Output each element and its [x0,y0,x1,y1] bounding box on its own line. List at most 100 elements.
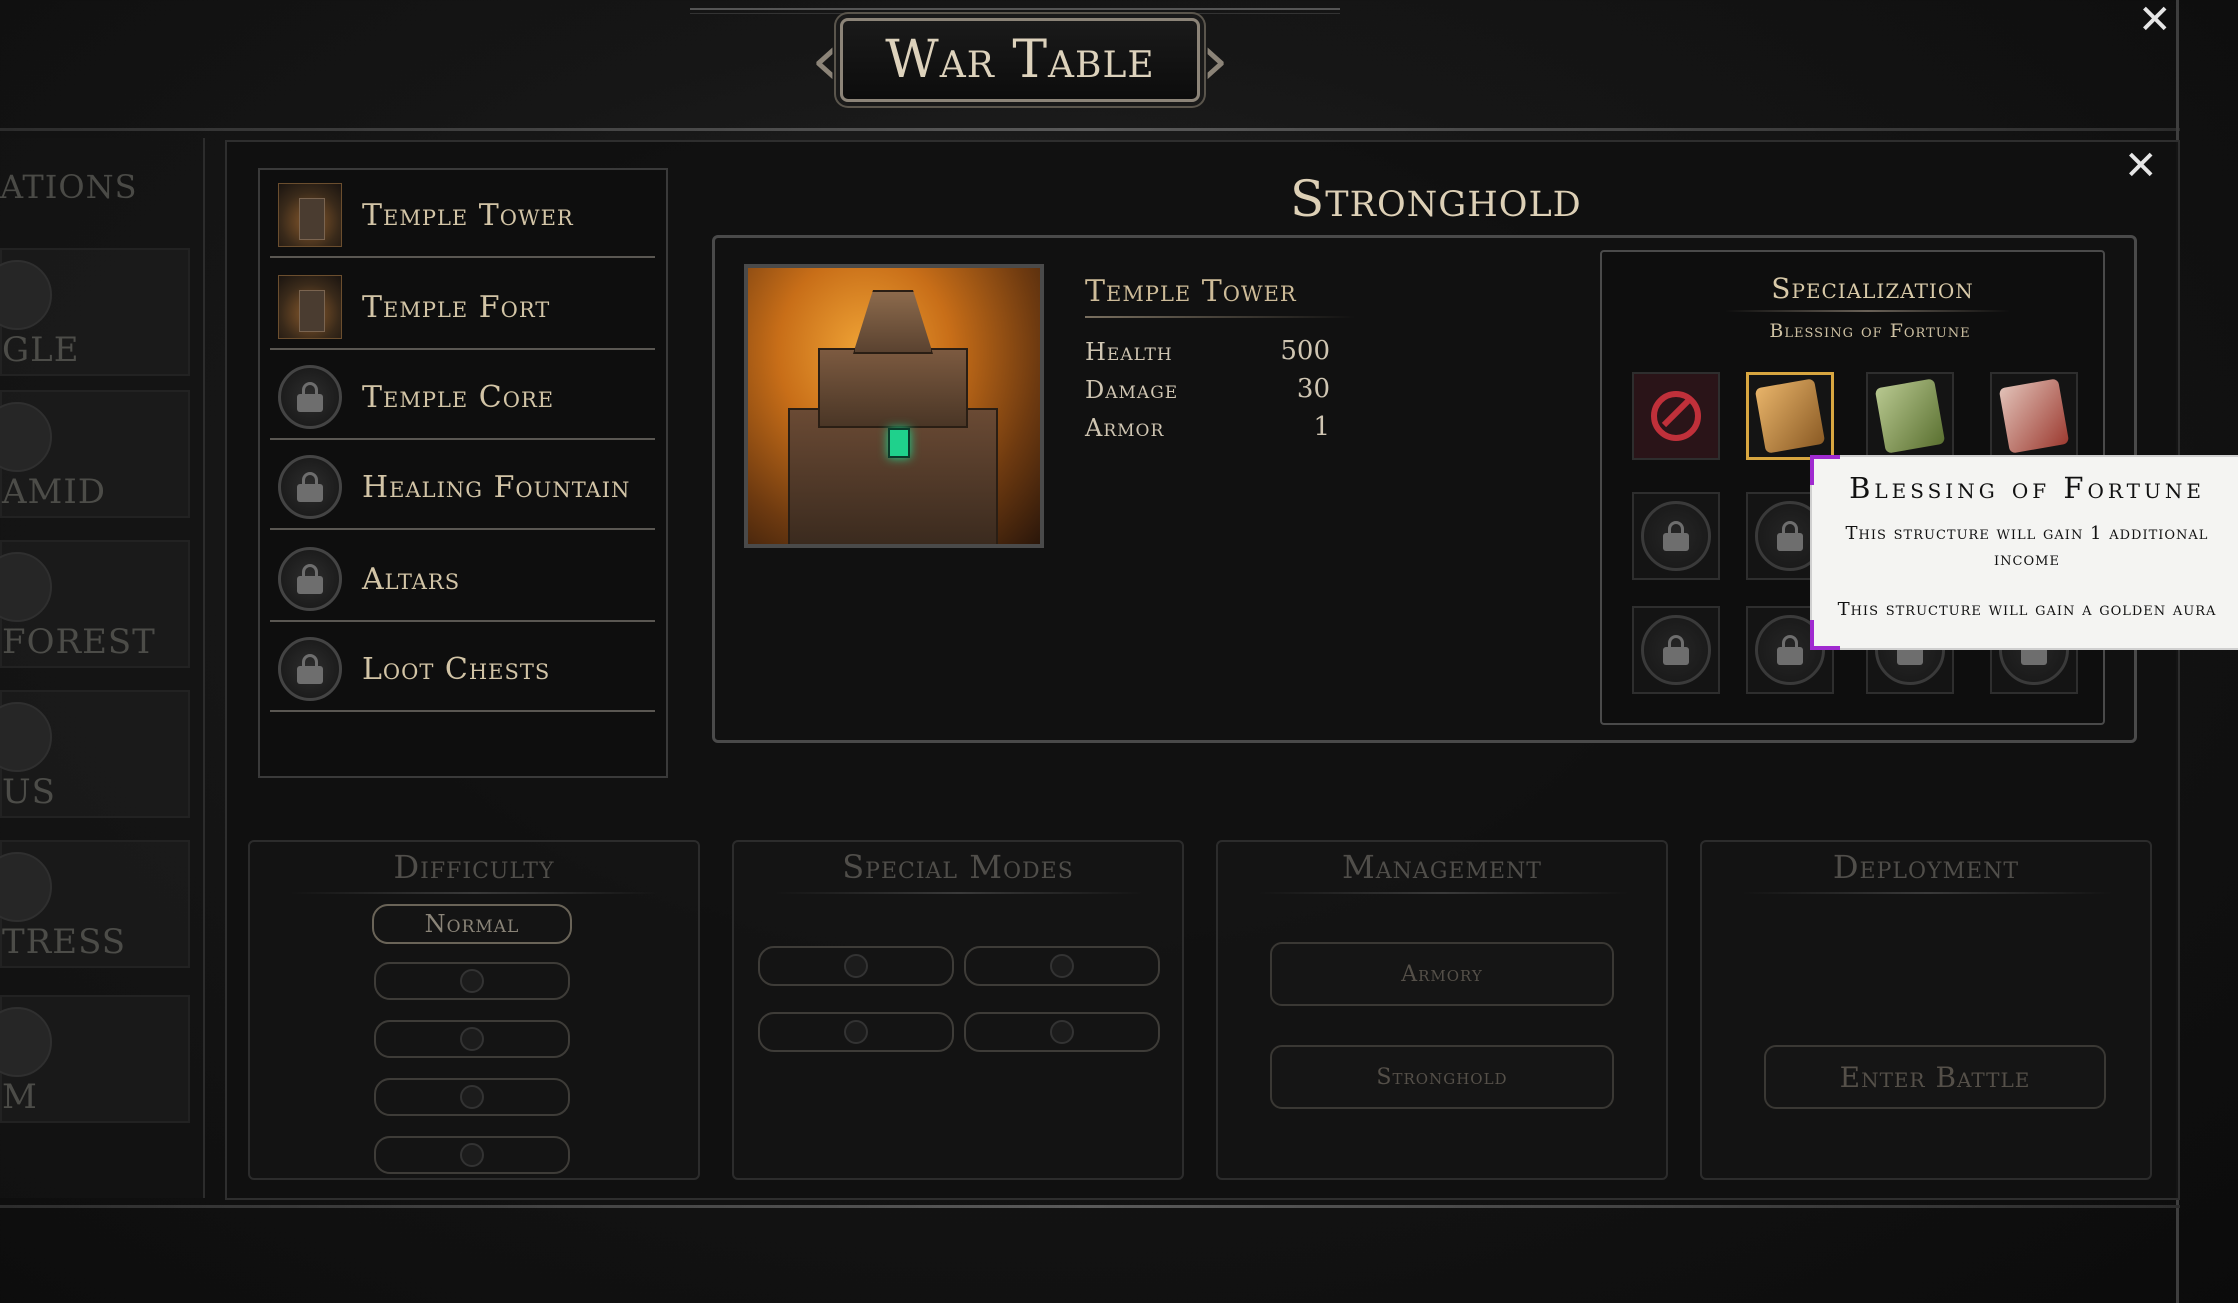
spec-slot-red-scroll[interactable] [1990,372,2078,460]
stat-value-damage: 30 [1296,374,1330,404]
specialization-divider [1725,310,2010,312]
close-panel-icon[interactable]: ✕ [2124,146,2158,186]
deployment-divider [1742,892,2112,894]
structure-label: Temple Tower [362,197,574,233]
map-item-label: GLE [2,330,80,370]
lock-icon [278,455,342,519]
tower-gem [888,428,910,458]
red-scroll-icon [1998,378,2070,454]
tooltip-line-income: This structure will gain 1 additional in… [1845,523,2209,570]
spec-slot-locked[interactable] [1632,492,1720,580]
spec-slot-green-scroll[interactable] [1866,372,1954,460]
no-specialization-icon [1651,391,1701,441]
special-mode-locked-button[interactable] [964,1012,1160,1052]
difficulty-divider [290,892,660,894]
map-item-label: FOREST [2,622,156,662]
structure-item-temple-tower[interactable]: Temple Tower [270,174,655,258]
close-window-icon[interactable]: ✕ [2138,0,2172,40]
page-title: War Table [840,18,1200,102]
difficulty-normal-button[interactable]: Normal [372,904,572,944]
special-modes-panel [732,840,1184,1180]
detail-title: Stronghold [1290,170,1582,228]
tooltip-title: Blessing of Fortune [1849,471,2205,505]
structure-name: Temple Tower [1085,274,1297,309]
structure-label: Healing Fountain [362,469,631,505]
lock-icon [0,260,52,330]
green-scroll-icon [1874,378,1946,454]
structure-item-altars[interactable]: Altars [270,538,655,622]
chevron-left-icon: ‹ [811,19,839,101]
map-item-label: TRESS [2,922,127,962]
special-mode-locked-button[interactable] [964,946,1160,986]
management-panel [1216,840,1668,1180]
structure-label: Loot Chests [362,651,551,687]
difficulty-panel [248,840,700,1180]
tooltip-line-aura: This structure will gain a golden aura [1837,599,2217,620]
spec-slot-locked[interactable] [1632,606,1720,694]
structure-item-temple-fort[interactable]: Temple Fort [270,266,655,350]
map-item[interactable]: AMID [0,390,190,518]
lock-icon [460,969,484,993]
top-divider [690,8,1340,14]
structure-item-temple-core[interactable]: Temple Core [270,356,655,440]
lock-icon [278,637,342,701]
deployment-heading: Deployment [1832,848,2020,886]
structure-label: Temple Fort [362,289,551,325]
difficulty-locked-button[interactable] [374,1136,570,1174]
structure-item-loot-chests[interactable]: Loot Chests [270,628,655,712]
special-mode-locked-button[interactable] [758,946,954,986]
lock-icon [278,547,342,611]
map-item[interactable]: GLE [0,248,190,376]
specialization-selected: Blessing of Fortune [1769,320,1971,342]
lock-icon [1641,615,1711,685]
lock-icon [0,702,52,772]
enter-battle-button[interactable]: Enter Battle [1764,1045,2106,1109]
stat-label-health: Health [1085,338,1173,366]
chevron-right-icon: › [1201,19,1229,101]
map-item-label: M [2,1077,38,1117]
temple-tower-thumbnail [278,183,342,247]
lock-icon [460,1143,484,1167]
difficulty-locked-button[interactable] [374,1078,570,1116]
stronghold-button[interactable]: Stronghold [1270,1045,1614,1109]
lock-icon [460,1085,484,1109]
tower-top [853,290,933,354]
structure-portrait [744,264,1044,548]
frame-bottom-line [0,1205,2180,1208]
structure-label: Temple Core [362,379,555,415]
gold-scroll-icon [1754,378,1826,454]
map-item-label: US [2,772,56,812]
lock-icon [0,552,52,622]
map-item[interactable]: TRESS [0,840,190,968]
stat-label-armor: Armor [1085,414,1165,442]
stat-value-armor: 1 [1313,412,1330,442]
management-heading: Management [1342,848,1542,886]
tower-middle [818,348,968,428]
lock-icon [460,1027,484,1051]
lock-icon [1641,501,1711,571]
deployment-panel [1700,840,2152,1180]
lock-icon [1050,1020,1074,1044]
lock-icon [1050,954,1074,978]
specialization-title: Specialization [1771,272,1974,305]
spec-slot-none[interactable] [1632,372,1720,460]
stats-divider [1085,316,1355,318]
lock-icon [0,852,52,922]
map-list-heading: ATIONS [0,168,138,206]
map-item[interactable]: M [0,995,190,1123]
stat-value-health: 500 [1280,336,1330,366]
map-item[interactable]: US [0,690,190,818]
structure-item-healing-fountain[interactable]: Healing Fountain [270,446,655,530]
armory-button[interactable]: Armory [1270,942,1614,1006]
special-mode-locked-button[interactable] [758,1012,954,1052]
map-item[interactable]: FOREST [0,540,190,668]
lock-icon [844,954,868,978]
tooltip-blessing-of-fortune: Blessing of Fortune This structure will … [1810,455,2238,650]
difficulty-locked-button[interactable] [374,1020,570,1058]
lock-icon [0,402,52,472]
temple-fort-thumbnail [278,275,342,339]
management-divider [1258,892,1628,894]
spec-slot-blessing-of-fortune[interactable] [1746,372,1834,460]
special-modes-heading: Special Modes [842,848,1074,886]
difficulty-locked-button[interactable] [374,962,570,1000]
